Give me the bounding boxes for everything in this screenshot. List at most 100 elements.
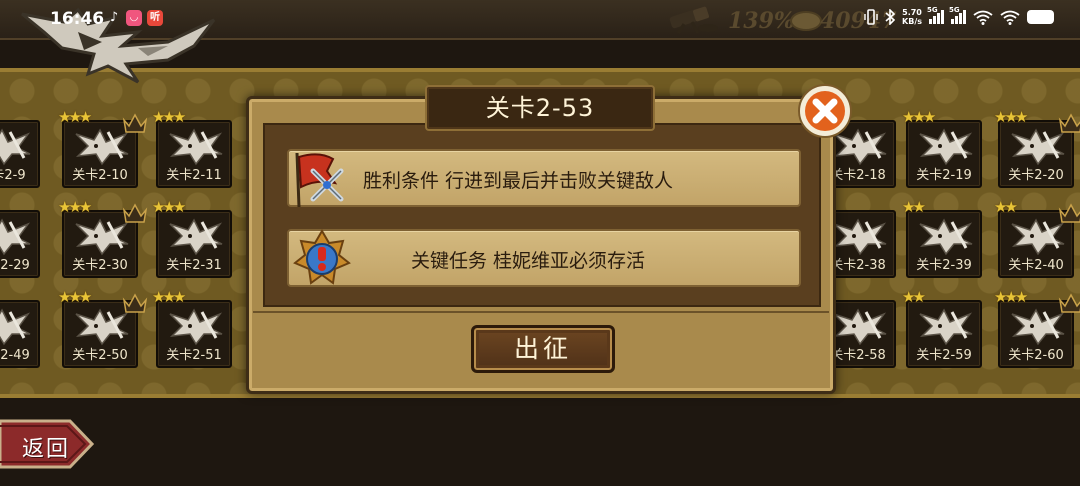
- wifi-2-icon: [1000, 10, 1020, 25]
- level-tile[interactable]: ★ ★ ★ 关卡2-50: [58, 290, 148, 368]
- star-icon: ★: [912, 198, 926, 216]
- star-icon: ★: [78, 108, 93, 126]
- level-tile[interactable]: ★ ★ ★ 关卡2-10: [58, 110, 148, 188]
- warning-badge-icon: [293, 229, 351, 285]
- level-label: 关卡2-19: [916, 168, 972, 183]
- victory-condition-row: 胜利条件 行进到最后并击败关键敌人: [287, 149, 801, 208]
- crown-icon: [1058, 203, 1080, 223]
- crown-icon: [122, 203, 148, 223]
- key-mission-text: 关键任务 桂妮维亚必须存活: [411, 250, 646, 272]
- status-bar: 16:46 ♪ ◡ 听 5.70 KB/s 5G 5G: [0, 0, 1080, 38]
- signal-2-icon: 5G: [949, 6, 966, 24]
- star-icon: ★: [78, 288, 93, 306]
- conditions-panel: 胜利条件 行进到最后并击败关键敌人 关键任务 桂妮维亚必须存活: [263, 123, 821, 307]
- level-label: 关卡2-11: [166, 168, 222, 183]
- level-label: 关卡2-49: [0, 348, 30, 363]
- star-icon: ★: [1014, 108, 1029, 126]
- wifi-icon: [973, 10, 993, 25]
- level-dialog: 关卡2-53 胜利条件 行进到最后并击败关键敌人 关键任务 桂妮维亚必须存活 出…: [246, 84, 852, 394]
- dragon-emblem-icon: [0, 308, 31, 346]
- level-label: 关卡2-60: [1008, 348, 1064, 363]
- star-rating: ★ ★: [902, 288, 926, 306]
- sim1-label: 5G: [927, 6, 938, 14]
- level-tile[interactable]: ★★★关卡2-9: [0, 120, 40, 188]
- level-tile[interactable]: ★ ★ ★ 关卡2-60: [994, 290, 1080, 368]
- dragon-emblem-icon: [0, 218, 31, 256]
- net-speed: 5.70 KB/s: [902, 8, 922, 26]
- level-label: 关卡2-9: [0, 168, 26, 183]
- level-tile[interactable]: ★ ★ 关卡2-40: [994, 200, 1080, 278]
- net-speed-unit: KB/s: [902, 17, 922, 26]
- star-icon: ★: [172, 108, 187, 126]
- dialog-title: 关卡2-53: [485, 94, 595, 122]
- level-label: 关卡2-20: [1008, 168, 1064, 183]
- tiktok-icon: ♪: [109, 10, 119, 25]
- star-rating: ★ ★: [902, 198, 926, 216]
- dragon-emblem-icon: [833, 308, 887, 346]
- level-label: 关卡2-10: [72, 168, 128, 183]
- level-tile[interactable]: 关卡2-29: [0, 210, 40, 278]
- level-tile[interactable]: ★ ★ ★ 关卡2-30: [58, 200, 148, 278]
- crown-icon: [122, 293, 148, 313]
- level-tile[interactable]: ★ ★ ★ 关卡2-31: [152, 200, 232, 278]
- star-icon: ★: [1014, 288, 1029, 306]
- level-tile[interactable]: 关卡2-49: [0, 300, 40, 368]
- dragon-emblem-icon: [919, 218, 973, 256]
- xiaohongshu-icon: ◡: [126, 10, 142, 26]
- star-rating: ★ ★ ★: [58, 108, 93, 126]
- dragon-emblem-icon: [833, 218, 887, 256]
- star-rating: ★ ★: [994, 198, 1018, 216]
- level-label: 关卡2-39: [916, 258, 972, 273]
- level-tile[interactable]: ★ ★ 关卡2-39: [902, 200, 982, 278]
- level-tile[interactable]: ★ ★ ★ 关卡2-51: [152, 290, 232, 368]
- dragon-emblem-icon: [169, 128, 223, 166]
- star-icon: ★: [172, 198, 187, 216]
- deploy-label: 出征: [513, 334, 572, 363]
- level-tile[interactable]: ★ ★ ★ 关卡2-11: [152, 110, 232, 188]
- crown-icon: [1058, 113, 1080, 133]
- star-rating: ★ ★ ★: [152, 108, 187, 126]
- star-rating: ★ ★ ★: [58, 198, 93, 216]
- deploy-button[interactable]: 出征: [471, 325, 615, 373]
- star-rating: ★ ★ ★: [994, 288, 1029, 306]
- close-button[interactable]: [797, 83, 853, 139]
- star-icon: ★: [912, 288, 926, 306]
- sim2-label: 5G: [949, 6, 960, 14]
- crown-icon: [122, 113, 148, 133]
- star-icon: ★: [922, 108, 937, 126]
- level-label: 关卡2-40: [1008, 258, 1064, 273]
- dialog-divider: [253, 311, 829, 313]
- dialog-title-plate: 关卡2-53: [425, 85, 655, 131]
- battery-icon: [1027, 10, 1054, 24]
- signal-1-icon: 5G: [927, 6, 944, 24]
- back-button[interactable]: 返回: [0, 419, 94, 469]
- star-rating: ★ ★ ★: [152, 198, 187, 216]
- star-icon: ★: [78, 198, 93, 216]
- dragon-emblem-icon: [919, 128, 973, 166]
- level-label: 关卡2-59: [916, 348, 972, 363]
- star-icon: ★: [1004, 198, 1018, 216]
- key-mission-row: 关键任务 桂妮维亚必须存活: [287, 229, 801, 287]
- level-label: 关卡2-29: [0, 258, 30, 273]
- level-tile[interactable]: ★ ★ ★ 关卡2-20: [994, 110, 1080, 188]
- battle-flag-icon: [295, 152, 344, 208]
- star-rating: ★ ★ ★: [152, 288, 187, 306]
- back-label: 返回: [22, 437, 71, 462]
- dragon-emblem-icon: [0, 128, 31, 166]
- star-rating: ★ ★ ★: [58, 288, 93, 306]
- clock: 16:46: [50, 9, 105, 29]
- bluetooth-icon: [885, 9, 896, 25]
- victory-condition-text: 胜利条件 行进到最后并击败关键敌人: [363, 170, 674, 192]
- level-label: 关卡2-30: [72, 258, 128, 273]
- level-label: 关卡2-51: [166, 348, 222, 363]
- level-tile[interactable]: ★ ★ 关卡2-59: [902, 290, 982, 368]
- vibrate-icon: [864, 9, 878, 25]
- level-tile[interactable]: ★ ★ ★ 关卡2-19: [902, 110, 982, 188]
- star-icon: ★: [172, 288, 187, 306]
- dragon-emblem-icon: [919, 308, 973, 346]
- star-rating: ★ ★ ★: [902, 108, 937, 126]
- star-rating: ★ ★ ★: [994, 108, 1029, 126]
- dragon-emblem-icon: [169, 308, 223, 346]
- crown-icon: [1058, 293, 1080, 313]
- dragon-emblem-icon: [169, 218, 223, 256]
